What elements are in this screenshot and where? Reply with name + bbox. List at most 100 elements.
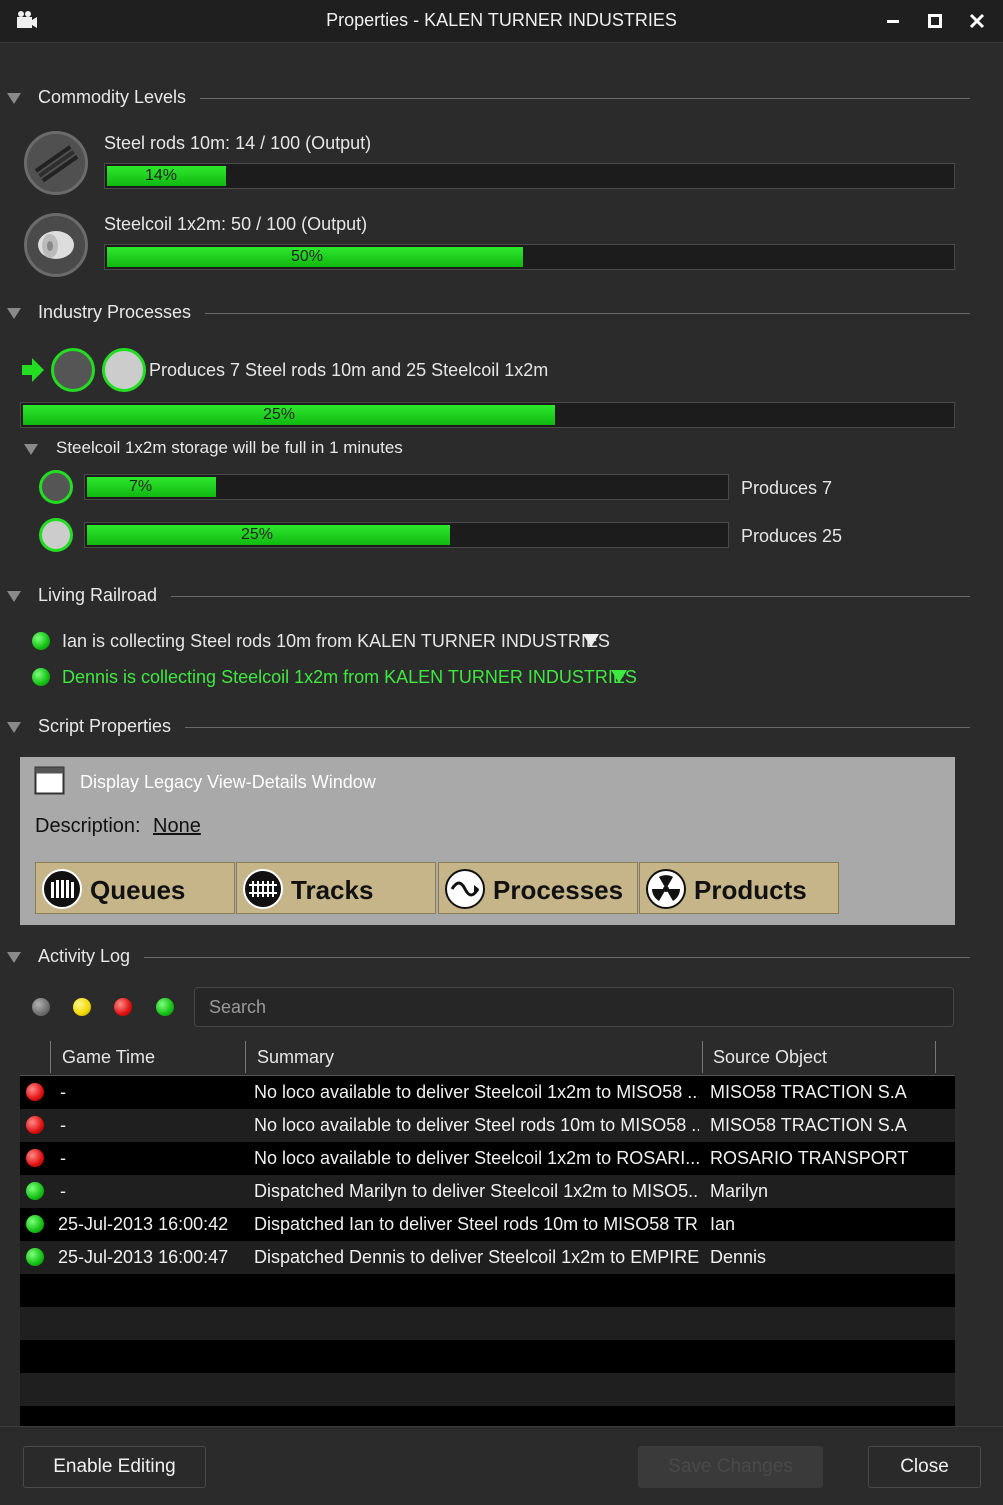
filter-yellow-button[interactable] bbox=[73, 998, 91, 1016]
description-link[interactable]: None bbox=[153, 815, 201, 838]
section-activity-log[interactable]: Activity Log bbox=[0, 946, 1003, 970]
process-progress-bar: 25% bbox=[20, 402, 955, 428]
output-label: Produces 25 bbox=[741, 526, 843, 546]
steelcoil-icon bbox=[39, 518, 73, 552]
table-row[interactable]: - Dispatched Marilyn to deliver Steelcoi… bbox=[20, 1175, 955, 1208]
progress-percent: 25% bbox=[241, 526, 274, 543]
section-script-properties[interactable]: Script Properties bbox=[0, 716, 1003, 740]
empty-row bbox=[20, 1373, 955, 1406]
cell-summary: No loco available to deliver Steelcoil 1… bbox=[254, 1082, 699, 1102]
products-button[interactable]: Products bbox=[639, 862, 839, 914]
commodity-level-bar: 14% bbox=[104, 163, 955, 189]
living-item: Dennis is collecting Steelcoil 1x2m from… bbox=[62, 667, 637, 687]
section-industry-processes[interactable]: Industry Processes bbox=[0, 302, 1003, 326]
process-title: Produces 7 Steel rods 10m and 25 Steelco… bbox=[149, 360, 549, 380]
dropdown-arrow-icon[interactable] bbox=[611, 670, 627, 683]
collapse-triangle-icon[interactable] bbox=[7, 952, 21, 963]
table-row[interactable]: - No loco available to deliver Steelcoil… bbox=[20, 1076, 955, 1109]
status-green-icon bbox=[32, 668, 50, 686]
cell-time: - bbox=[60, 1181, 66, 1201]
status-green-icon bbox=[26, 1215, 44, 1233]
column-summary[interactable]: Summary bbox=[257, 1047, 334, 1068]
dropdown-arrow-icon[interactable] bbox=[583, 634, 599, 647]
queues-icon bbox=[42, 869, 82, 909]
cell-time: 25-Jul-2013 16:00:42 bbox=[58, 1214, 229, 1234]
table-row[interactable]: - No loco available to deliver Steelcoil… bbox=[20, 1142, 955, 1175]
collapse-triangle-icon[interactable] bbox=[7, 722, 21, 733]
commodity-label: Steel rods 10m: 14 / 100 (Output) bbox=[104, 133, 372, 153]
empty-row bbox=[20, 1340, 955, 1373]
radiation-icon bbox=[646, 869, 686, 909]
cell-summary: No loco available to deliver Steel rods … bbox=[254, 1115, 699, 1135]
collapse-triangle-icon[interactable] bbox=[7, 308, 21, 319]
save-changes-button[interactable]: Save Changes bbox=[638, 1446, 823, 1488]
close-button[interactable]: Close bbox=[868, 1446, 981, 1488]
section-title: Industry Processes bbox=[38, 302, 206, 323]
description-label: Description: bbox=[35, 815, 141, 837]
level-percent: 14% bbox=[145, 167, 178, 184]
cell-source: Dennis bbox=[710, 1247, 767, 1267]
collapse-triangle-icon[interactable] bbox=[7, 93, 21, 104]
cell-time: 25-Jul-2013 16:00:47 bbox=[58, 1247, 229, 1267]
commodity-level-bar: 50% bbox=[104, 244, 955, 270]
title-bar: Properties - KALEN TURNER INDUSTRIES bbox=[0, 0, 1003, 43]
steel-rods-icon bbox=[51, 348, 95, 392]
empty-row bbox=[20, 1274, 955, 1307]
table-row[interactable]: 25-Jul-2013 16:00:42 Dispatched Ian to d… bbox=[20, 1208, 955, 1241]
column-source-object[interactable]: Source Object bbox=[713, 1047, 827, 1068]
steelcoil-icon bbox=[24, 213, 88, 277]
storage-note-row[interactable]: Steelcoil 1x2m storage will be full in 1… bbox=[0, 438, 1003, 462]
queues-button[interactable]: Queues bbox=[35, 862, 235, 914]
button-label: Processes bbox=[493, 875, 624, 905]
cell-summary: No loco available to deliver Steelcoil 1… bbox=[254, 1148, 699, 1168]
button-label: Tracks bbox=[291, 875, 374, 905]
window-icon[interactable] bbox=[34, 766, 66, 796]
close-icon bbox=[969, 13, 985, 29]
table-row[interactable]: 25-Jul-2013 16:00:47 Dispatched Dennis t… bbox=[20, 1241, 955, 1274]
legacy-view-link[interactable]: Display Legacy View-Details Window bbox=[80, 772, 376, 793]
search-input[interactable] bbox=[207, 996, 911, 1019]
tracks-icon bbox=[243, 869, 283, 909]
cell-summary: Dispatched Dennis to deliver Steelcoil 1… bbox=[254, 1247, 699, 1267]
section-living-railroad[interactable]: Living Railroad bbox=[0, 585, 1003, 609]
progress-percent: 7% bbox=[129, 478, 153, 495]
filter-green-button[interactable] bbox=[156, 998, 174, 1016]
progress-percent: 25% bbox=[263, 406, 296, 423]
minimize-button[interactable] bbox=[880, 8, 906, 34]
output-progress-bar: 7% bbox=[84, 474, 729, 500]
button-label: Queues bbox=[90, 875, 186, 905]
cell-source: ROSARIO TRANSPORT bbox=[710, 1148, 909, 1168]
section-commodity-levels[interactable]: Commodity Levels bbox=[0, 87, 1003, 111]
table-header: Game Time Summary Source Object bbox=[20, 1041, 955, 1076]
minimize-icon bbox=[887, 20, 899, 23]
cell-source: MISO58 TRACTION S.A bbox=[710, 1082, 907, 1102]
enable-editing-button[interactable]: Enable Editing bbox=[23, 1446, 206, 1488]
status-red-icon bbox=[26, 1149, 44, 1167]
button-label: Products bbox=[694, 875, 807, 905]
column-game-time[interactable]: Game Time bbox=[62, 1047, 155, 1068]
cell-source: Ian bbox=[710, 1214, 736, 1234]
table-row[interactable]: - No loco available to deliver Steel rod… bbox=[20, 1109, 955, 1142]
maximize-button[interactable] bbox=[922, 8, 948, 34]
processes-button[interactable]: Processes bbox=[438, 862, 638, 914]
status-red-icon bbox=[26, 1083, 44, 1101]
commodity-label: Steelcoil 1x2m: 50 / 100 (Output) bbox=[104, 214, 368, 234]
empty-row bbox=[20, 1307, 955, 1340]
maximize-icon bbox=[928, 14, 942, 28]
collapse-triangle-icon[interactable] bbox=[24, 444, 38, 455]
script-properties-panel: Display Legacy View-Details Window Descr… bbox=[20, 757, 955, 925]
section-title: Commodity Levels bbox=[38, 87, 201, 108]
cell-source: MISO58 TRACTION S.A bbox=[710, 1115, 907, 1135]
filter-grey-button[interactable] bbox=[32, 998, 50, 1016]
search-box[interactable] bbox=[194, 987, 954, 1027]
cell-summary: Dispatched Ian to deliver Steel rods 10m… bbox=[254, 1214, 699, 1234]
status-green-icon bbox=[26, 1182, 44, 1200]
close-window-button[interactable] bbox=[964, 8, 990, 34]
activity-table: Game Time Summary Source Object - No loc… bbox=[20, 1041, 955, 1426]
tracks-button[interactable]: Tracks bbox=[236, 862, 436, 914]
filter-red-button[interactable] bbox=[114, 998, 132, 1016]
collapse-triangle-icon[interactable] bbox=[7, 591, 21, 602]
empty-row bbox=[20, 1406, 955, 1426]
living-item: Ian is collecting Steel rods 10m from KA… bbox=[62, 631, 610, 651]
cell-summary: Dispatched Marilyn to deliver Steelcoil … bbox=[254, 1181, 699, 1201]
